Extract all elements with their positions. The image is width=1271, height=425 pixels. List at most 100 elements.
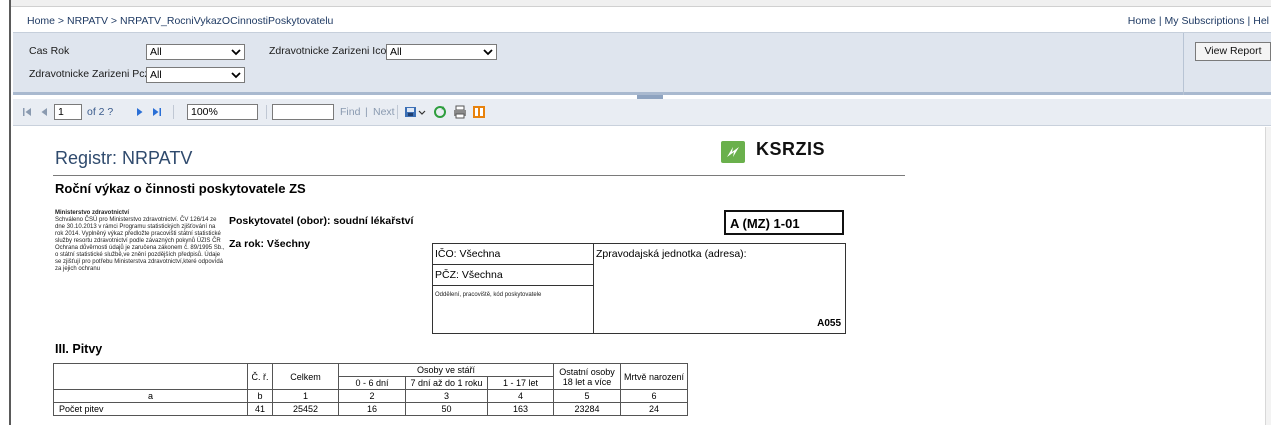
year-label: Za rok: Všechny	[229, 238, 311, 250]
unit-code: A055	[817, 318, 841, 329]
department-field: Oddělení, pracoviště, kód poskytovatele	[435, 292, 542, 298]
report-title: Registr: NRPATV	[55, 148, 193, 168]
zz-ico-value: All	[390, 46, 402, 58]
table-row: Počet pitev 41 25452 16 50 163 23284 24	[53, 402, 688, 416]
next-link[interactable]: Next	[373, 106, 395, 118]
next-page-icon[interactable]	[136, 107, 144, 117]
chevron-down-icon	[231, 49, 241, 56]
row-other: 23284	[553, 402, 621, 416]
pcz-field: PČZ: Všechna	[433, 265, 593, 286]
table-header-row: Č. ř. Celkem Osoby ve stáří Ostatní osob…	[53, 363, 688, 390]
code-cell: 1	[272, 389, 339, 403]
breadcrumb-separator: >	[55, 15, 67, 27]
pitvy-table: Č. ř. Celkem Osoby ve stáří Ostatní osob…	[53, 363, 688, 416]
zz-ico-label: Zdravotnicke Zarizeni Ico	[269, 45, 387, 57]
page-number-input[interactable]: 1	[54, 104, 82, 120]
table-code-row: a b 1 2 3 4 5 6	[53, 389, 688, 403]
row-cr: 41	[247, 402, 273, 416]
code-cell: a	[53, 389, 248, 403]
header-stillborn: Mrtvě narození	[620, 363, 688, 390]
code-cell: 6	[620, 389, 688, 403]
provider-info-box: IČO: Všechna PČZ: Všechna Oddělení, prac…	[432, 243, 846, 334]
breadcrumb-home[interactable]: Home	[27, 15, 55, 27]
row-age-7-1: 50	[405, 402, 488, 416]
row-stillborn: 24	[620, 402, 688, 416]
browser-top-strip	[0, 0, 1271, 7]
header-total: Celkem	[272, 363, 339, 390]
ministry-text: Schváleno ČSÚ pro Ministerstvo zdravotni…	[55, 217, 225, 272]
data-feed-icon[interactable]	[472, 105, 486, 119]
previous-page-icon[interactable]	[40, 107, 48, 117]
row-age-1-17: 163	[487, 402, 554, 416]
link-help[interactable]: Hel	[1253, 15, 1269, 27]
report-toolbar: 1 of 2 ? 100% Find | Next	[13, 99, 1271, 171]
header-cr: Č. ř.	[247, 363, 273, 390]
logo-text: KSRZIS	[756, 139, 826, 159]
cas-rok-label: Cas Rok	[29, 45, 70, 57]
breadcrumb: Home > NRPATV > NRPATV_RocniVykazOCinnos…	[27, 15, 333, 27]
zz-ico-select[interactable]: All	[386, 44, 497, 60]
code-cell: 2	[338, 389, 406, 403]
ksrzis-logo-icon	[721, 141, 745, 163]
ministry-title: Ministerstvo zdravotnictví	[55, 210, 130, 216]
ico-field: IČO: Všechna	[433, 244, 593, 265]
vertical-scrollbar[interactable]	[1265, 127, 1271, 425]
report-subtitle: Roční výkaz o činnosti poskytovatele ZS	[55, 181, 306, 196]
link-home[interactable]: Home	[1128, 15, 1156, 27]
code-cell: 5	[553, 389, 621, 403]
export-icon[interactable]	[404, 105, 426, 119]
row-age-0-6: 16	[338, 402, 406, 416]
zoom-value: 100%	[191, 106, 218, 118]
page-count-label: of 2 ?	[87, 106, 114, 118]
row-total: 25452	[272, 402, 339, 416]
find-link[interactable]: Find	[340, 106, 360, 118]
report-body: Registr: NRPATV KSRZIS Roční výkaz o čin…	[13, 127, 1269, 425]
find-separator: |	[365, 106, 368, 118]
toolbar-separator	[173, 105, 174, 119]
chevron-down-icon	[483, 49, 493, 56]
provider-label: Poskytovatel (obor): soudní lékařství	[229, 215, 414, 227]
form-code: A (MZ) 1-01	[724, 210, 844, 235]
print-icon[interactable]	[453, 105, 467, 119]
ministry-note: Ministerstvo zdravotnictví Schváleno ČSÚ…	[55, 210, 225, 273]
header-age-7-1: 7 dní až do 1 roku	[405, 376, 488, 390]
header-age-1-17: 1 - 17 let	[487, 376, 554, 390]
header-other: Ostatní osoby 18 let a více	[553, 363, 621, 390]
code-cell: b	[247, 389, 273, 403]
cas-rok-select[interactable]: All	[146, 44, 245, 60]
parameters-panel: Cas Rok All Zdravotnicke Zarizeni Ico Al…	[13, 33, 1271, 95]
section-title: III. Pitvy	[55, 342, 103, 356]
zz-pcz-select[interactable]: All	[146, 67, 245, 83]
breadcrumb-separator: >	[108, 15, 120, 27]
info-left-column: IČO: Všechna PČZ: Všechna Oddělení, prac…	[433, 244, 594, 333]
toplink-separator: |	[1158, 15, 1162, 27]
left-frame-border	[0, 0, 11, 425]
zoom-select[interactable]: 100%	[187, 104, 258, 171]
breadcrumb-current: NRPATV_RocniVykazOCinnostiPoskytovatelu	[119, 15, 334, 27]
title-rule	[53, 175, 905, 176]
reporting-unit-label: Zpravodajská jednotka (adresa):	[596, 248, 747, 260]
toolbar-separator	[397, 105, 398, 119]
code-cell: 4	[487, 389, 554, 403]
first-page-icon[interactable]	[22, 107, 32, 117]
breadcrumb-nrpatv[interactable]: NRPATV	[67, 15, 108, 27]
link-my-subscriptions[interactable]: My Subscriptions	[1165, 15, 1245, 27]
cas-rok-value: All	[150, 46, 162, 58]
zz-pcz-value: All	[150, 69, 162, 81]
refresh-icon[interactable]	[433, 105, 447, 119]
chevron-down-icon	[231, 72, 241, 79]
last-page-icon[interactable]	[152, 107, 162, 117]
find-input[interactable]	[272, 104, 334, 120]
params-divider	[1183, 33, 1184, 95]
header-blank	[53, 363, 248, 390]
toolbar-separator	[266, 105, 267, 119]
toplink-separator: |	[1247, 15, 1251, 27]
zz-pcz-label: Zdravotnicke Zarizeni Pcz	[29, 68, 150, 80]
top-links: Home | My Subscriptions | Hel	[1128, 15, 1269, 27]
header-age-0-6: 0 - 6 dní	[338, 376, 406, 390]
code-cell: 3	[405, 389, 488, 403]
row-label: Počet pitev	[53, 402, 248, 416]
breadcrumb-bar: Home > NRPATV > NRPATV_RocniVykazOCinnos…	[13, 7, 1271, 33]
header-age-group: Osoby ve stáří	[338, 363, 554, 377]
view-report-button[interactable]: View Report	[1195, 42, 1271, 61]
